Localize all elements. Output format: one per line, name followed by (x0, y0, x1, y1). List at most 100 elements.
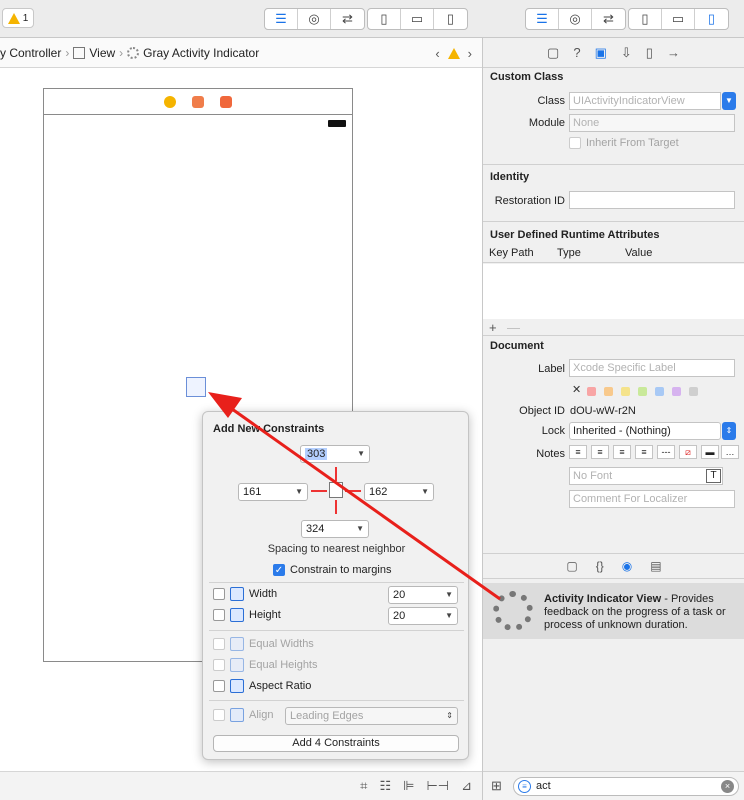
stack-icon[interactable]: ☷ (379, 778, 391, 794)
aspect-ratio-checkbox[interactable] (213, 680, 225, 692)
assistant-editor-icon-2[interactable]: ◎ (559, 9, 592, 29)
right-spacing-field[interactable]: 162 ▼ (364, 483, 434, 501)
equal-heights-checkbox (213, 659, 225, 671)
standard-editor-icon-2[interactable]: ☰ (526, 9, 559, 29)
clear-search-icon[interactable]: × (721, 780, 734, 793)
comment-field[interactable]: Comment For Localizer (569, 490, 735, 508)
breadcrumb-item-view[interactable]: View (73, 46, 115, 60)
add-constraints-button[interactable]: Add 4 Constraints (213, 735, 459, 752)
align-natural-icon[interactable]: --- (657, 445, 675, 459)
standard-editor-icon[interactable]: ☰ (265, 9, 298, 29)
size-inspector-icon[interactable]: ▯ (646, 45, 653, 61)
class-dropdown-button[interactable]: ▼ (722, 92, 736, 110)
more-icon[interactable]: … (721, 445, 739, 459)
no-background-icon[interactable]: ⧄ (679, 445, 697, 459)
file-template-icon[interactable]: ▢ (566, 559, 577, 573)
align-right-icon[interactable]: ≡ (613, 445, 631, 459)
font-picker-icon[interactable]: T (706, 469, 721, 483)
top-strut[interactable] (335, 467, 337, 481)
top-toolbar: 1 ☰ ◎ ⇄ ▯ ▭ ▯ ☰ ◎ ⇄ ▯ ▭ ▯ (0, 0, 744, 38)
color-swatch-gray[interactable] (689, 387, 698, 396)
library-item-activity-indicator[interactable]: Activity Indicator View - Provides feedb… (483, 583, 744, 639)
version-editor-icon-2[interactable]: ⇄ (592, 9, 625, 29)
color-well-icon[interactable]: ▬ (701, 445, 719, 459)
media-library-icon[interactable]: ▤ (650, 559, 661, 573)
add-attribute-icon[interactable]: + (489, 320, 497, 335)
top-spacing-field[interactable]: 303 ▼ (300, 445, 370, 463)
exit-icon[interactable] (220, 95, 232, 108)
chevron-down-icon[interactable]: ▼ (357, 446, 365, 462)
restoration-id-field[interactable] (569, 191, 735, 209)
right-strut[interactable] (345, 490, 361, 492)
col-type[interactable]: Type (557, 247, 581, 259)
attributes-inspector-icon[interactable]: ⇩ (621, 45, 632, 61)
class-field[interactable]: UIActivityIndicatorView (569, 92, 721, 110)
left-panel-icon-2[interactable]: ▯ (629, 9, 662, 29)
chevron-down-icon[interactable]: ▼ (421, 484, 429, 500)
chevron-down-icon[interactable]: ▼ (295, 484, 303, 500)
no-color-icon[interactable]: ✕ (572, 383, 581, 396)
file-inspector-icon[interactable]: ▢ (547, 45, 559, 61)
connections-inspector-icon[interactable]: → (667, 45, 680, 60)
align-icon[interactable]: ⊫ (403, 778, 414, 794)
height-checkbox[interactable] (213, 609, 225, 621)
color-swatch-purple[interactable] (672, 387, 681, 396)
library-search-input[interactable]: ≡ act × (513, 777, 739, 796)
color-swatch-red[interactable] (587, 387, 596, 396)
color-swatch-yellow[interactable] (621, 387, 630, 396)
left-spacing-field[interactable]: 161 ▼ (238, 483, 308, 501)
lock-select[interactable]: Inherited - (Nothing) (569, 422, 721, 440)
color-swatch-green[interactable] (638, 387, 647, 396)
height-row[interactable]: Height (213, 608, 281, 622)
right-panel-icon[interactable]: ▯ (434, 9, 467, 29)
pin-icon[interactable]: ⊢⊣ (426, 778, 449, 794)
bottom-spacing-field[interactable]: 324 ▼ (301, 520, 369, 538)
breadcrumb-item-indicator[interactable]: Gray Activity Indicator (127, 46, 259, 60)
warning-badge[interactable]: 1 (2, 8, 34, 28)
warning-icon[interactable] (447, 48, 460, 59)
constrain-margins-row[interactable]: ✓ Constrain to margins (273, 564, 392, 576)
identity-inspector-icon[interactable]: ▣ (595, 45, 607, 61)
right-panel-icon-2[interactable]: ▯ (695, 9, 728, 29)
chevron-down-icon[interactable]: ▼ (445, 608, 453, 624)
left-strut[interactable] (311, 490, 327, 492)
col-keypath[interactable]: Key Path (489, 247, 534, 259)
object-library-icon[interactable]: ◉ (622, 559, 632, 573)
chevron-left-icon[interactable]: ‹ (435, 46, 439, 61)
update-frames-icon[interactable]: ⌗ (360, 778, 367, 794)
bottom-panel-icon-2[interactable]: ▭ (662, 9, 695, 29)
doc-label-field[interactable]: Xcode Specific Label (569, 359, 735, 377)
font-field[interactable]: No Font (569, 467, 723, 485)
version-editor-icon[interactable]: ⇄ (331, 9, 364, 29)
code-snippet-icon[interactable]: {} (596, 559, 604, 573)
constrain-margins-checkbox[interactable]: ✓ (273, 564, 285, 576)
grid-view-icon[interactable]: ⊞ (491, 778, 502, 794)
height-value-field[interactable]: 20 ▼ (388, 607, 458, 625)
chevron-right-icon[interactable]: › (468, 46, 472, 61)
left-panel-icon[interactable]: ▯ (368, 9, 401, 29)
bottom-strut[interactable] (335, 500, 337, 514)
align-left-icon[interactable]: ≡ (569, 445, 587, 459)
activity-indicator-selection[interactable] (186, 377, 206, 397)
breadcrumb-item-controller[interactable]: y Controller (0, 46, 61, 60)
color-swatch-blue[interactable] (655, 387, 664, 396)
first-responder-icon[interactable] (192, 95, 204, 108)
quick-help-icon[interactable]: ? (573, 45, 580, 60)
assistant-editor-icon[interactable]: ◎ (298, 9, 331, 29)
color-swatch-orange[interactable] (604, 387, 613, 396)
chevron-down-icon[interactable]: ▼ (445, 587, 453, 603)
bottom-panel-icon[interactable]: ▭ (401, 9, 434, 29)
runtime-attributes-table[interactable] (483, 264, 744, 319)
width-checkbox[interactable] (213, 588, 225, 600)
width-row[interactable]: Width (213, 587, 277, 601)
align-center-icon[interactable]: ≡ (591, 445, 609, 459)
width-value-field[interactable]: 20 ▼ (388, 586, 458, 604)
chevron-down-icon[interactable]: ▼ (356, 521, 364, 537)
aspect-ratio-row[interactable]: Aspect Ratio (213, 679, 311, 693)
lock-dropdown-button[interactable]: ⇕ (722, 422, 736, 440)
restoration-id-label: Restoration ID (494, 195, 565, 207)
align-justify-icon[interactable]: ≡ (635, 445, 653, 459)
view-controller-icon[interactable] (164, 95, 176, 108)
col-value[interactable]: Value (625, 247, 652, 259)
resolve-issues-icon[interactable]: ⊿ (461, 778, 472, 794)
